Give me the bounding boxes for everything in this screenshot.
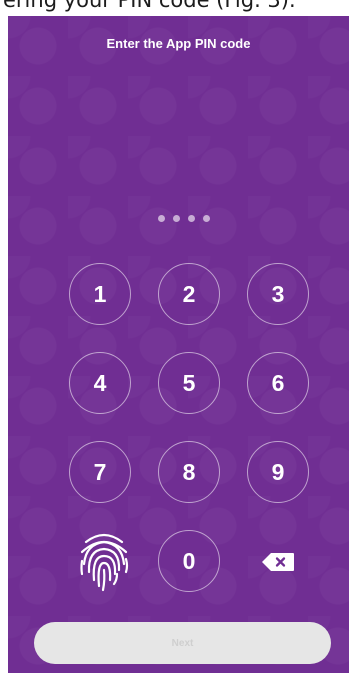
- pin-dot: [173, 215, 180, 222]
- keypad-key-4[interactable]: 4: [69, 352, 131, 414]
- pin-dot: [203, 215, 210, 222]
- keypad-key-1[interactable]: 1: [69, 263, 131, 325]
- pin-entry-screen: Enter the App PIN code 1 2 3 4 5 6 7 8 9: [8, 16, 349, 673]
- fingerprint-icon[interactable]: [76, 528, 132, 592]
- page-title: Enter the App PIN code: [106, 36, 251, 51]
- keypad-key-6[interactable]: 6: [247, 352, 309, 414]
- keypad-key-7[interactable]: 7: [69, 441, 131, 503]
- keypad-key-0[interactable]: 0: [158, 530, 220, 592]
- keypad-key-9[interactable]: 9: [247, 441, 309, 503]
- page: ering your PIN code (Fig. 3). Enter the …: [0, 0, 356, 673]
- keypad-key-2[interactable]: 2: [158, 263, 220, 325]
- caption-text: ering your PIN code (Fig. 3).: [3, 0, 296, 12]
- document-caption: ering your PIN code (Fig. 3).: [0, 0, 356, 16]
- pin-dot: [188, 215, 195, 222]
- keypad-key-3[interactable]: 3: [247, 263, 309, 325]
- keypad-key-8[interactable]: 8: [158, 441, 220, 503]
- pin-indicator: [158, 215, 210, 223]
- backspace-icon[interactable]: [261, 552, 295, 572]
- keypad-key-5[interactable]: 5: [158, 352, 220, 414]
- pin-dot: [158, 215, 165, 222]
- next-button[interactable]: Next: [34, 622, 331, 664]
